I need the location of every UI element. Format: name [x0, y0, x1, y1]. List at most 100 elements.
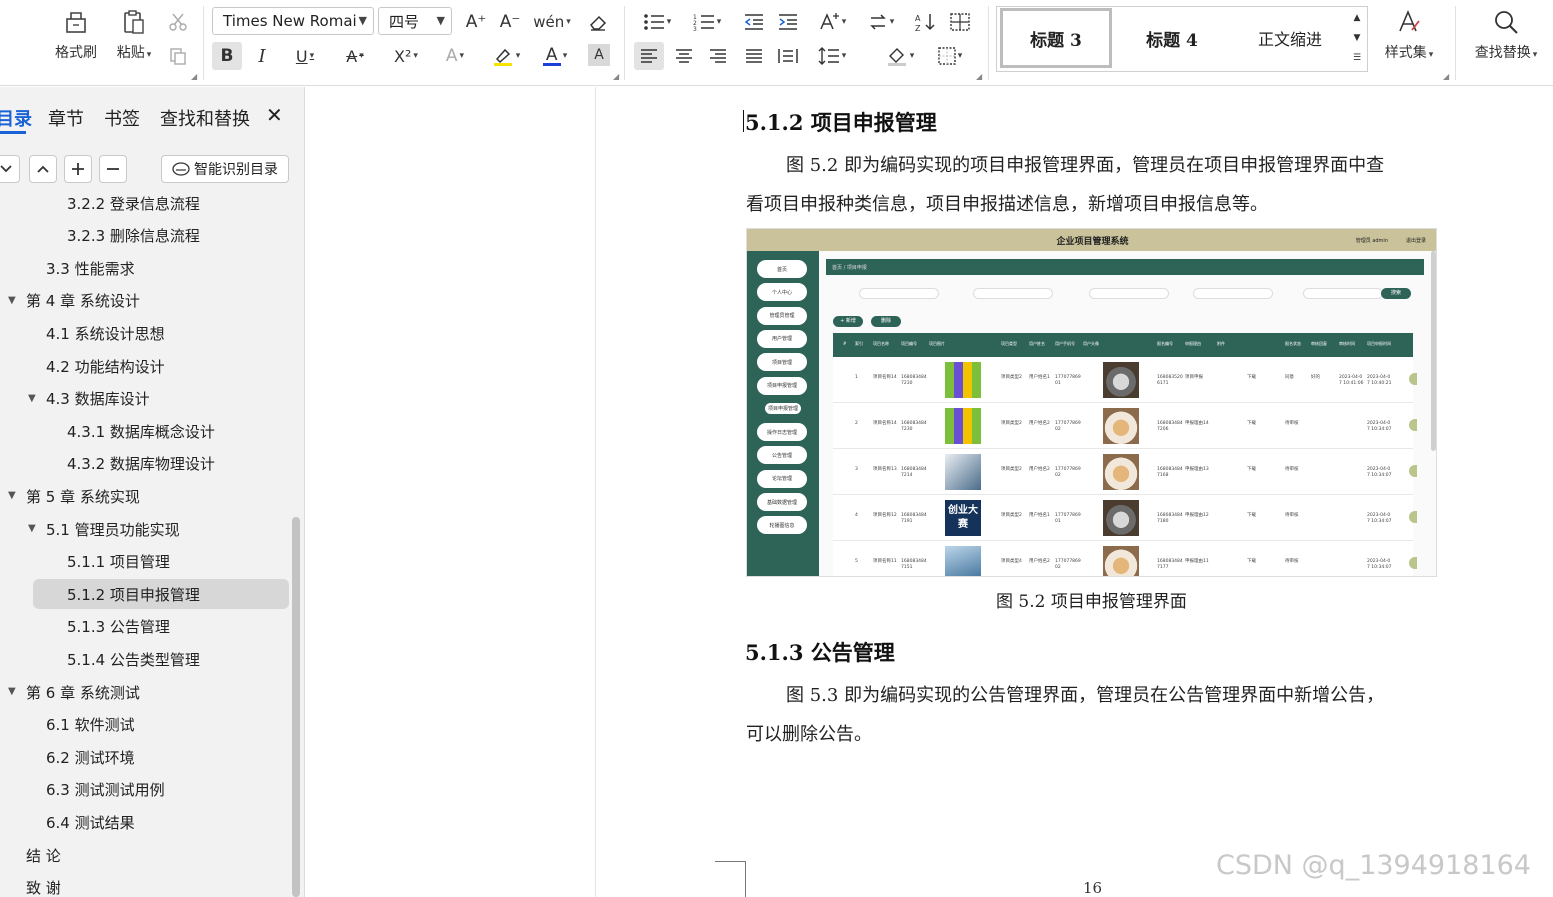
toc-scrollbar[interactable]	[292, 517, 300, 897]
phonetic-icon: wén	[533, 13, 565, 31]
toc-item[interactable]: 5.1.4 公告类型管理	[0, 644, 290, 674]
copy-button[interactable]	[166, 44, 190, 68]
shrink-font-button[interactable]: A⁻	[496, 8, 524, 36]
expand-triangle-icon[interactable]: ▼	[28, 393, 36, 404]
align-left-button[interactable]	[634, 42, 664, 70]
toc-item[interactable]: 3.3 性能需求	[0, 253, 290, 283]
collapse-all-button[interactable]	[0, 155, 20, 183]
remove-heading-button[interactable]	[99, 155, 127, 183]
expand-triangle-icon[interactable]: ▼	[28, 523, 36, 534]
embedded-cell: 申报理由12	[1185, 513, 1209, 518]
toc-item[interactable]: 4.3.1 数据库概念设计	[0, 416, 290, 446]
gallery-scroll-up-icon[interactable]: ▲	[1350, 10, 1364, 26]
tab-toc[interactable]: 目录	[0, 105, 32, 131]
smart-toc-button[interactable]: 智能识别目录	[161, 155, 289, 183]
font-color-button[interactable]: A ▾	[536, 42, 574, 70]
embedded-cell: 2023-04-07 10:34:07	[1367, 513, 1392, 524]
find-replace-button[interactable]: 查找替换 ▾	[1466, 8, 1546, 62]
toc-item[interactable]: 5.1.1 项目管理	[0, 547, 290, 577]
font-size-select[interactable]: 四号 ▼	[378, 7, 452, 35]
highlight-button[interactable]: ▾	[486, 42, 526, 70]
add-heading-button[interactable]	[64, 155, 92, 183]
gallery-scroll-down-icon[interactable]: ▼	[1350, 30, 1364, 46]
embedded-cell: 1680834847191	[901, 513, 927, 524]
sort-direction-button[interactable]: ▾	[862, 8, 900, 36]
line-spacing-button[interactable]: ▾	[812, 42, 852, 70]
format-painter-button[interactable]: 格式刷	[48, 8, 104, 62]
style-heading-4[interactable]: 标题 4	[1116, 8, 1228, 68]
expand-up-button[interactable]	[29, 155, 57, 183]
user-avatar-cat-photo	[1103, 408, 1139, 444]
toc-item[interactable]: 6.4 测试结果	[0, 807, 290, 837]
bullet-list-button[interactable]: ▾	[638, 8, 676, 36]
toc-item[interactable]: 3.2.3 删除信息流程	[0, 221, 290, 251]
increase-indent-button[interactable]	[774, 8, 802, 36]
decrease-indent-button[interactable]	[740, 8, 768, 36]
toc-item[interactable]: 5.1.2 项目申报管理	[33, 579, 289, 610]
embedded-cell: 项目类型2	[1001, 421, 1022, 426]
toc-item[interactable]: ▼ 第 4 章 系统设计	[0, 286, 290, 316]
toc-item[interactable]: 结 论	[0, 840, 290, 870]
numbered-list-icon: 123	[693, 14, 714, 31]
toc-item[interactable]: 6.3 测试测试用例	[0, 775, 290, 805]
styles-launcher-icon[interactable]: ◢	[1443, 72, 1449, 81]
bold-button[interactable]: B	[212, 42, 242, 70]
clear-format-button[interactable]	[584, 8, 612, 36]
toc-item[interactable]: ▼ 5.1 管理员功能实现	[0, 514, 290, 544]
align-right-button[interactable]	[704, 42, 732, 70]
font-launcher-icon[interactable]: ◢	[613, 72, 619, 81]
phonetic-guide-button[interactable]: wén ▾	[532, 8, 572, 36]
tab-find-replace[interactable]: 查找和替换	[160, 105, 250, 131]
justify-button[interactable]	[740, 42, 768, 70]
tab-bookmarks[interactable]: 书签	[104, 105, 140, 131]
toc-item[interactable]: 3.2.2 登录信息流程	[0, 188, 290, 218]
distribute-button[interactable]	[774, 42, 802, 70]
style-set-button[interactable]: 样式集 ▾	[1378, 8, 1440, 62]
embedded-menu-item: 管理员管理	[757, 306, 807, 325]
toc-item[interactable]: 5.1.3 公告管理	[0, 612, 290, 642]
toc-item[interactable]: 4.3.2 数据库物理设计	[0, 449, 290, 479]
toc-item[interactable]: 致 谢	[0, 873, 290, 897]
toc-item[interactable]: ▼ 4.3 数据库设计	[0, 384, 290, 414]
toc-item[interactable]: ▼ 第 6 章 系统测试	[0, 677, 290, 707]
close-pane-button[interactable]: ✕	[266, 103, 283, 127]
expand-triangle-icon[interactable]: ▼	[8, 686, 16, 697]
toc-item[interactable]: ▼ 第 5 章 系统实现	[0, 481, 290, 511]
italic-icon: I	[258, 45, 266, 67]
text-effect-button[interactable]: A ▾	[436, 42, 474, 70]
paste-button[interactable]: 粘贴 ▾	[108, 8, 160, 62]
underline-button[interactable]: U ▾	[286, 42, 324, 70]
embedded-table-row: 1 项目名称14 1680834847230 项目类型2 用户姓名1 1770778690…	[833, 357, 1417, 403]
superscript-button[interactable]: X² ▾	[386, 42, 426, 70]
embedded-cell: 用户姓名2	[1029, 467, 1050, 472]
embedded-cell: 下载	[1247, 421, 1256, 426]
style-heading-3[interactable]: 标题 3	[1000, 8, 1112, 68]
grow-font-icon: A⁺	[465, 12, 487, 32]
toc-item[interactable]: 6.2 测试环境	[0, 742, 290, 772]
grow-font-button[interactable]: A⁺	[462, 8, 490, 36]
document-page[interactable]: 5.1.2 项目申报管理 图 5.2 即为编码实现的项目申报管理界面，管理员在项…	[597, 87, 1553, 897]
align-center-button[interactable]	[670, 42, 698, 70]
italic-button[interactable]: I	[248, 42, 276, 70]
clipboard-launcher-icon[interactable]: ◢	[191, 72, 197, 81]
text-direction-button[interactable]: ▾	[812, 8, 852, 36]
tab-chapters[interactable]: 章节	[48, 105, 84, 131]
embedded-column-header: 用户头像	[1083, 341, 1099, 346]
toc-item[interactable]: 4.1 系统设计思想	[0, 318, 290, 348]
font-name-select[interactable]: Times New Romai ▼	[212, 7, 374, 35]
toc-item[interactable]: 4.2 功能结构设计	[0, 351, 290, 381]
expand-triangle-icon[interactable]: ▼	[8, 295, 16, 306]
borders-button[interactable]: ▾	[930, 42, 970, 70]
numbered-list-button[interactable]: 1 2 3 ▾	[688, 8, 726, 36]
paragraph-launcher-icon[interactable]: ◢	[976, 72, 982, 81]
sort-button[interactable]: AZ	[912, 8, 940, 36]
cut-button[interactable]	[166, 10, 190, 34]
expand-triangle-icon[interactable]: ▼	[8, 490, 16, 501]
strikethrough-button[interactable]: A ▾	[336, 42, 374, 70]
gallery-expand-icon[interactable]: ☰	[1350, 50, 1364, 66]
style-body-indent[interactable]: 正文缩进	[1234, 8, 1346, 68]
shading-button[interactable]: ▾	[880, 42, 920, 70]
table-grid-button[interactable]	[946, 8, 974, 36]
toc-item[interactable]: 6.1 软件测试	[0, 710, 290, 740]
char-shading-button[interactable]: A	[588, 44, 610, 66]
